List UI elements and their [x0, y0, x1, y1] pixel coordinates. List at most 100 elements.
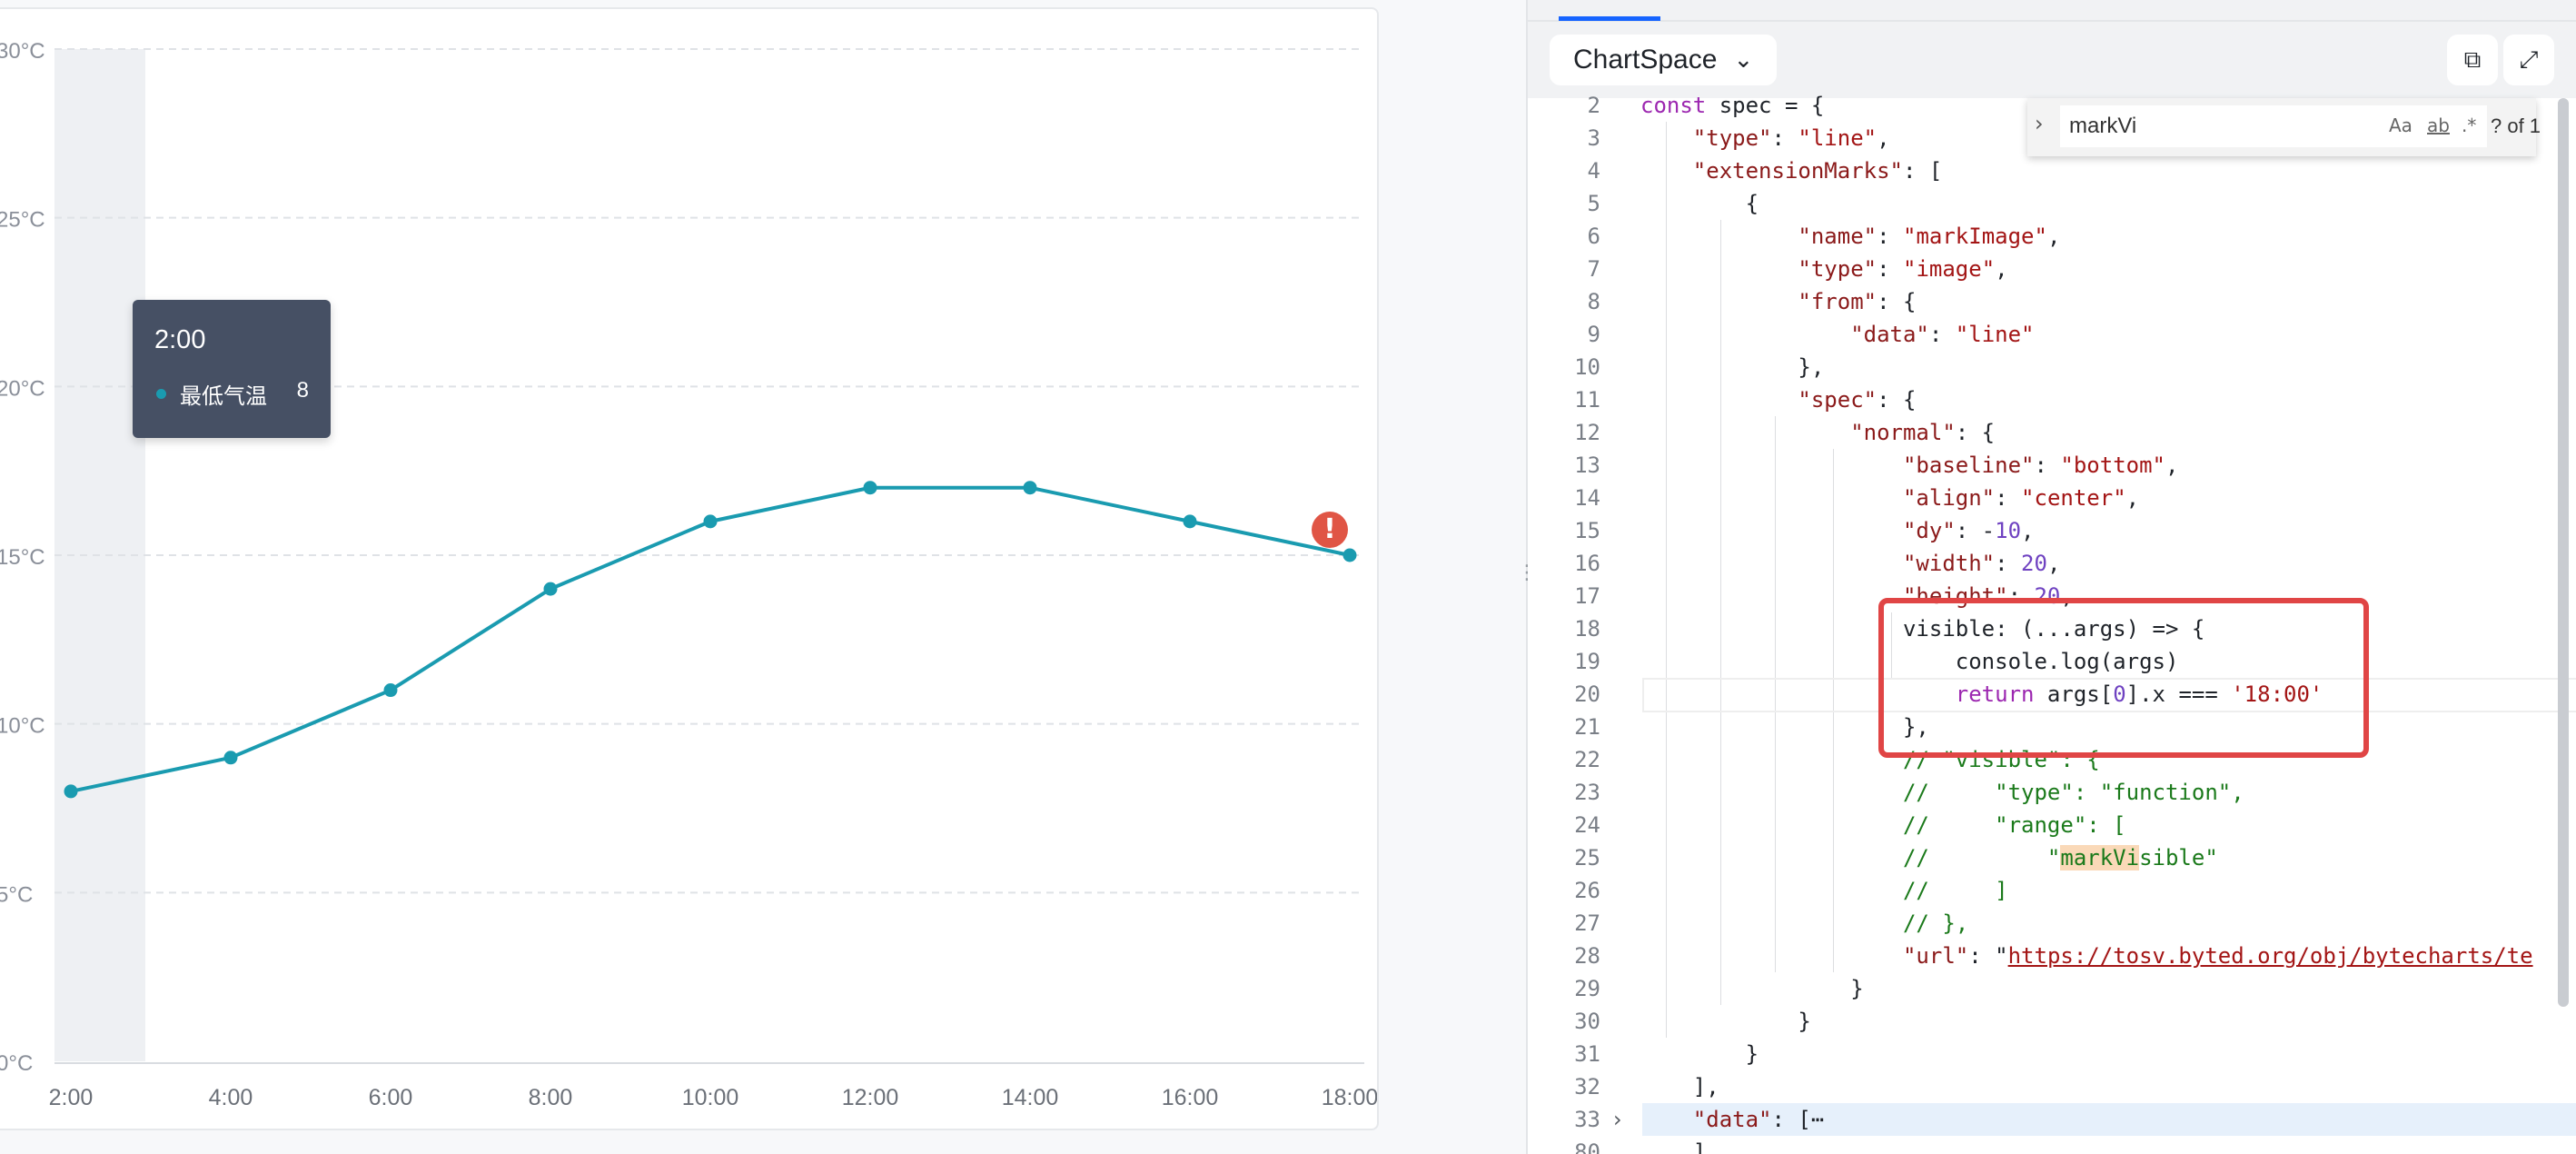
code-token: :	[1995, 485, 2022, 511]
line-number: 20	[1574, 681, 1600, 707]
line-number: 32	[1574, 1074, 1600, 1099]
code-token: "data"	[1850, 322, 1929, 347]
code-text: "dy": -10,	[1640, 514, 2035, 547]
code-line[interactable]: 9 "data": "line"	[1528, 318, 2576, 351]
code-token: },	[1640, 354, 1825, 380]
code-line[interactable]: 6 "name": "markImage",	[1528, 220, 2576, 253]
fold-chevron-icon[interactable]: ›	[1613, 1103, 1622, 1136]
code-text: "type": "line",	[1640, 122, 1890, 154]
code-line[interactable]: 5 {	[1528, 187, 2576, 220]
code-token: ,	[2021, 518, 2035, 543]
find-match-count: ? of 1	[2491, 114, 2541, 137]
code-line[interactable]: 12 "normal": {	[1528, 416, 2576, 449]
code-text: "spec": {	[1640, 383, 1916, 416]
code-line[interactable]: 29 }	[1528, 972, 2576, 1005]
code-token: {	[1640, 191, 1759, 216]
code-text: const spec = {	[1640, 89, 1824, 122]
code-token: const	[1640, 93, 1707, 118]
code-token: https://tosv.byted.org/obj/bytecharts/te	[2007, 943, 2533, 969]
code-token: : [	[1902, 158, 1943, 184]
code-token: }	[1640, 1041, 1759, 1067]
code-line[interactable]: 23 // "type": "function",	[1528, 776, 2576, 809]
editor-scrollbar[interactable]	[2554, 98, 2574, 1154]
code-line[interactable]: 30 }	[1528, 1005, 2576, 1038]
line-chart[interactable]: 0°C 5°C 10°C 15°C 20°C 25°C 30°C 2:00 4:00 6:00 8:…	[0, 9, 1377, 1129]
code-line[interactable]: 24 // "range": [	[1528, 809, 2576, 841]
fullscreen-icon[interactable]: ⤢	[2503, 35, 2554, 85]
code-token: ,	[2046, 551, 2061, 576]
code-line[interactable]: 14 "align": "center",	[1528, 482, 2576, 514]
code-line[interactable]: 80 ],	[1528, 1136, 2576, 1154]
library-select[interactable]: ChartSpace ⌄	[1550, 35, 1778, 85]
active-tab-indicator[interactable]	[1559, 16, 1660, 21]
code-token: : -	[1955, 518, 1996, 543]
data-point	[1183, 514, 1197, 529]
x-tick-label: 4:00	[209, 1085, 253, 1110]
code-text: },	[1640, 351, 1824, 383]
copy-icon[interactable]: ⧉	[2447, 35, 2498, 85]
code-token: ],	[1640, 1074, 1719, 1099]
code-token: :	[1877, 224, 1903, 249]
code-line[interactable]: 26 // ]	[1528, 874, 2576, 907]
code-line[interactable]: 27 // },	[1528, 907, 2576, 940]
x-tick-label: 12:00	[842, 1085, 899, 1110]
regex-toggle[interactable]: .*	[2462, 114, 2476, 136]
code-line[interactable]: 13 "baseline": "bottom",	[1528, 449, 2576, 482]
line-number: 24	[1574, 812, 1600, 838]
chevron-right-icon[interactable]: ›	[2035, 111, 2044, 136]
code-text: "align": "center",	[1640, 482, 2139, 514]
line-number: 22	[1574, 747, 1600, 772]
code-line[interactable]: 25 // "markVisible"	[1528, 841, 2576, 874]
x-tick-label: 16:00	[1162, 1085, 1219, 1110]
code-line[interactable]: 15 "dy": -10,	[1528, 514, 2576, 547]
line-number: 14	[1574, 485, 1600, 511]
code-line[interactable]: 28 "url": "https://tosv.byted.org/obj/by…	[1528, 940, 2576, 972]
tooltip-series-dot	[156, 389, 166, 399]
exclamation-icon[interactable]: !	[1312, 512, 1348, 548]
code-line[interactable]: 32 ],	[1528, 1070, 2576, 1103]
code-editor-panel: ChartSpace ⌄ ⧉ ⤢ 2 const spec = {3 "type"…	[1528, 0, 2576, 1154]
code-line[interactable]: 10 },	[1528, 351, 2576, 383]
tooltip-title: 2:00	[154, 325, 206, 354]
y-tick-label: 20°C	[0, 376, 45, 401]
code-line[interactable]: 11 "spec": {	[1528, 383, 2576, 416]
line-number: 10	[1574, 354, 1600, 380]
line-number: 5	[1587, 191, 1600, 216]
code-line[interactable]: 33 › "data": [⋯	[1528, 1103, 2576, 1136]
line-number: 16	[1574, 551, 1600, 576]
line-number: 26	[1574, 878, 1600, 903]
code-token: ,	[1995, 256, 2008, 282]
code-token: 20	[2021, 551, 2047, 576]
code-line[interactable]: 4 "extensionMarks": [	[1528, 154, 2576, 187]
y-tick-label: 15°C	[0, 545, 45, 570]
scrollbar-thumb[interactable]	[2558, 98, 2569, 1007]
code-line[interactable]: 31 }	[1528, 1038, 2576, 1070]
data-point	[543, 582, 558, 596]
code-text: }	[1640, 1005, 1810, 1038]
y-tick-label: 30°C	[0, 39, 45, 64]
find-input[interactable]	[2060, 105, 2487, 147]
code-text: "normal": {	[1640, 416, 1995, 449]
y-tick-label: 5°C	[0, 882, 33, 907]
whole-word-toggle[interactable]: ab	[2427, 114, 2450, 136]
match-case-toggle[interactable]: Aa	[2389, 114, 2413, 136]
line-number: 17	[1574, 583, 1600, 609]
line-number: 80	[1574, 1139, 1600, 1154]
line-number: 29	[1574, 976, 1600, 1001]
line-number: 2	[1587, 93, 1600, 118]
code-line[interactable]: 7 "type": "image",	[1528, 253, 2576, 285]
data-point	[223, 751, 238, 765]
editor-toolbar: ChartSpace ⌄ ⧉ ⤢	[1528, 22, 2576, 98]
code-token: : {	[1955, 420, 1996, 445]
code-line[interactable]: 16 "width": 20,	[1528, 547, 2576, 580]
code-token: // ]	[1902, 878, 2008, 903]
code-token: sible"	[2139, 845, 2218, 870]
code-line[interactable]: 8 "from": {	[1528, 285, 2576, 318]
code-text: }	[1640, 972, 1863, 1005]
